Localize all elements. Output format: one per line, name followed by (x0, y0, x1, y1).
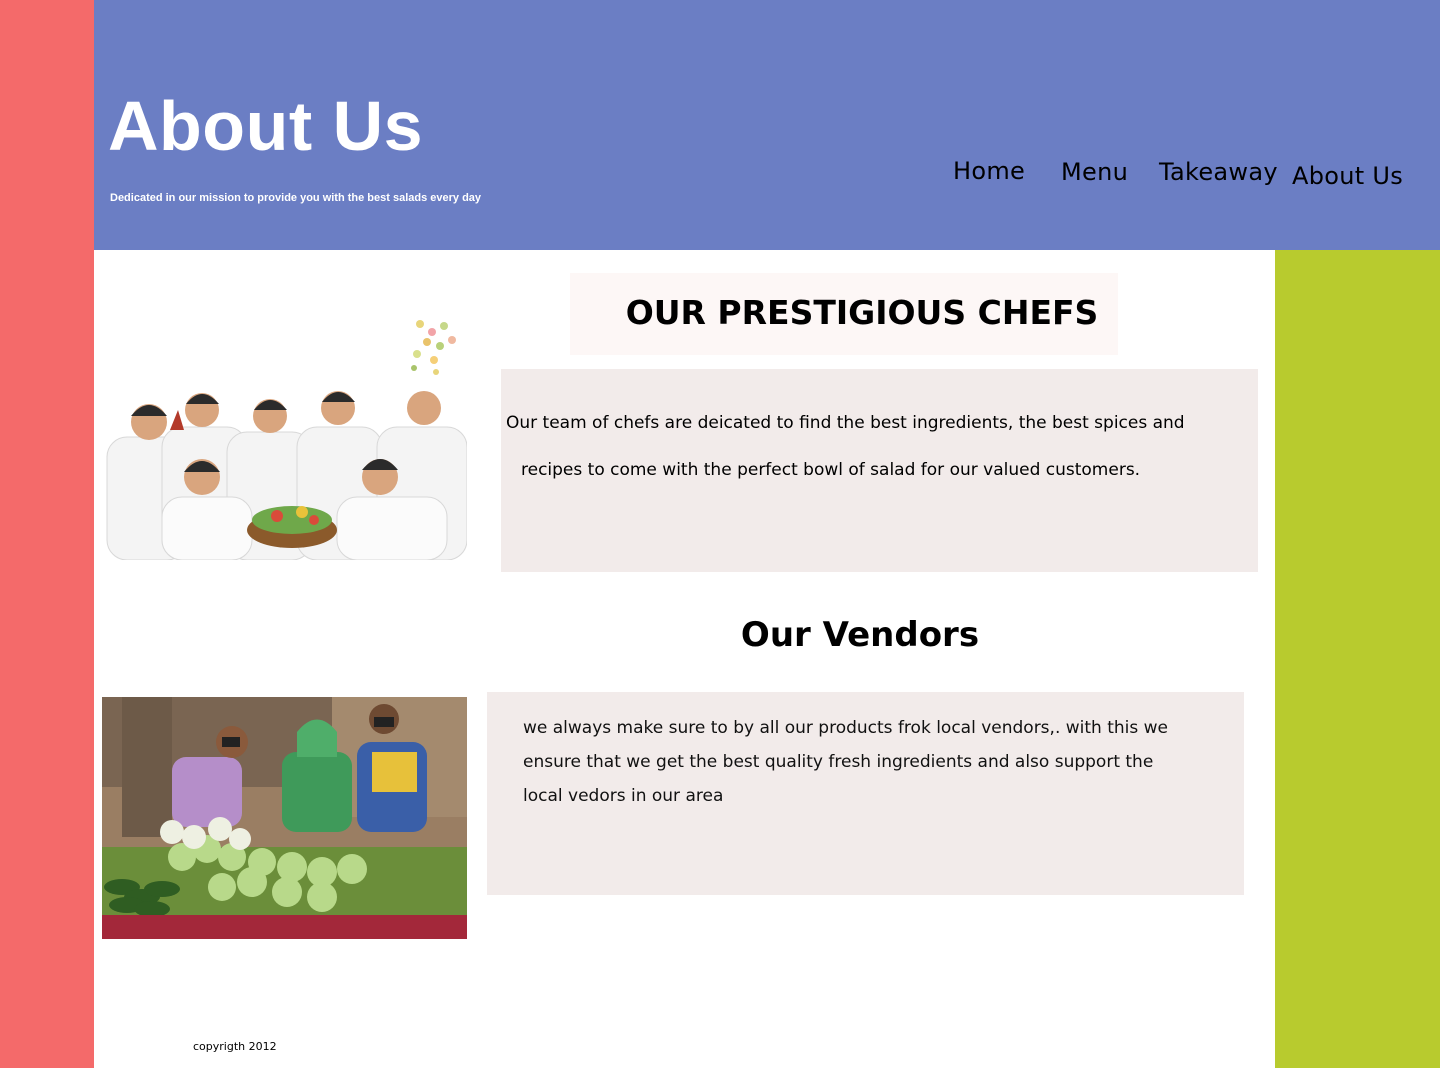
nav-home-link[interactable]: Home (953, 157, 1025, 185)
vendors-description-line: we always make sure to by all our produc… (523, 718, 1169, 738)
vendors-description-box: we always make sure to by all our produc… (487, 692, 1244, 895)
vendors-description-line: local vedors in our area (523, 786, 724, 806)
chefs-description-line: Our team of chefs are deicated to find t… (506, 413, 1185, 433)
vendors-description-line: ensure that we get the best quality fres… (523, 752, 1154, 772)
page-title: About Us (108, 87, 424, 165)
chefs-heading: OUR PRESTIGIOUS CHEFS (625, 293, 1099, 332)
nav-takeaway-link[interactable]: Takeaway (1159, 158, 1278, 186)
page-header: About Us Dedicated in our mission to pro… (94, 0, 1440, 250)
right-accent-bar (1275, 250, 1440, 1068)
page-subtitle: Dedicated in our mission to provide you … (110, 192, 482, 204)
chefs-photo (102, 312, 467, 560)
chefs-title-box: OUR PRESTIGIOUS CHEFS (570, 273, 1118, 355)
copyright-text: copyrigth 2012 (193, 1040, 277, 1053)
nav-about-link[interactable]: About Us (1292, 162, 1403, 190)
vendors-photo (102, 697, 467, 939)
nav-menu-link[interactable]: Menu (1061, 158, 1128, 186)
left-accent-bar (0, 0, 94, 1068)
chefs-description-line: recipes to come with the perfect bowl of… (521, 460, 1141, 480)
vendors-heading: Our Vendors (740, 615, 980, 655)
chefs-description-box: Our team of chefs are deicated to find t… (501, 369, 1258, 572)
